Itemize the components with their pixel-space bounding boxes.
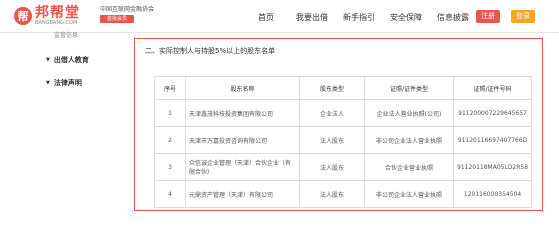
nav-item-home[interactable]: 首页 (258, 12, 274, 23)
sidebar-item-regulatory[interactable]: 监管信息 (14, 32, 118, 42)
table-cell: 911200007229645657 (452, 99, 533, 127)
nav-item-lend[interactable]: 我要出借 (296, 12, 328, 23)
section-title: 二、实际控制人与持股5%以上的股东名单 (145, 47, 276, 55)
logo-name: 邦帮堂 (35, 5, 80, 21)
site-logo[interactable]: 帮 邦帮堂 BANGBANG.COM (14, 4, 80, 28)
table-cell: 法人股东 (299, 180, 365, 208)
table-cell: 非公司企业法人营业执照 (364, 126, 454, 154)
table-header-row: 序号 股东名称 股东类型 证照/证件类型 证照/证件号码 (154, 76, 533, 100)
table-cell: 企业法人 (299, 99, 365, 127)
nav-item-guide[interactable]: 新手指引 (343, 12, 375, 23)
table-cell: 天津鑫茂科技投资集团有限公司 (185, 99, 300, 127)
nav-item-security[interactable]: 安全保障 (390, 12, 422, 23)
table-cell: 元鼎资产管理（天津）有限公司 (185, 180, 300, 208)
table-cell: 合伙企业营业执照 (364, 153, 454, 181)
logo-mark-icon: 帮 (14, 7, 32, 25)
column-header: 证照/证件类型 (364, 76, 454, 100)
sidebar-item-legal[interactable]: ▼ 法律声明 (14, 73, 118, 93)
column-header: 股东名称 (185, 76, 300, 100)
table-cell: 2 (154, 126, 186, 154)
table-cell: 91120118MA05LD2R58 (452, 153, 533, 181)
table-cell: 4 (154, 180, 186, 208)
login-button[interactable]: 登录 (511, 10, 535, 23)
top-header: 帮 邦帮堂 BANGBANG.COM 中国互联网金融协会 首批会员 首页 我要出… (0, 0, 559, 33)
sidebar-item-lender-education[interactable]: ▼ 出借人教育 (14, 50, 118, 70)
sidebar-item-label: 法律声明 (53, 79, 82, 87)
table-row: 1 天津鑫茂科技投资集团有限公司 企业法人 企业法人营业执照(公司) 91120… (154, 99, 533, 127)
triangle-down-icon: ▼ (46, 80, 50, 86)
table-row: 3 众信诚企业管理（天津）合伙企业（有限合伙） 法人股东 合伙企业营业执照 91… (154, 153, 533, 181)
shareholders-panel: 二、实际控制人与持股5%以上的股东名单 序号 股东名称 股东类型 证照/证件类型… (134, 38, 543, 211)
table-cell: 法人股东 (299, 153, 365, 181)
table-cell: 3 (154, 153, 186, 181)
table-cell: 1 (154, 99, 186, 127)
table-cell: 众信诚企业管理（天津）合伙企业（有限合伙） (185, 153, 300, 181)
table-cell: 91120116697407766D (452, 126, 533, 154)
association-member-badge: 首批会员 (100, 15, 134, 23)
association-badge: 中国互联网金融协会 首批会员 (100, 6, 154, 23)
sidebar: 监管信息 ▼ 出借人教育 ▼ 法律声明 (14, 32, 118, 216)
column-header: 序号 (154, 76, 186, 100)
table-cell: 企业法人营业执照(公司) (364, 99, 454, 127)
shareholders-table: 序号 股东名称 股东类型 证照/证件类型 证照/证件号码 1 天津鑫茂科技投资集… (154, 76, 533, 208)
association-name: 中国互联网金融协会 (100, 6, 155, 13)
nav-item-disclosure[interactable]: 信息披露 (437, 12, 469, 23)
table-row: 2 天津市万嘉投资咨询有限公司 法人股东 非公司企业法人营业执照 9112011… (154, 126, 533, 154)
triangle-down-icon: ▼ (46, 57, 50, 63)
column-header: 股东类型 (299, 76, 365, 100)
table-row: 4 元鼎资产管理（天津）有限公司 法人股东 非公司企业法人营业执照 120116… (154, 180, 533, 208)
column-header: 证照/证件号码 (452, 76, 533, 100)
logo-subtitle: BANGBANG.COM (35, 20, 78, 26)
table-cell: 非公司企业法人营业执照 (364, 180, 454, 208)
table-cell: 天津市万嘉投资咨询有限公司 (185, 126, 300, 154)
table-cell: 120116000354504 (452, 180, 533, 208)
register-button[interactable]: 注册 (476, 10, 500, 23)
sidebar-item-label: 出借人教育 (53, 56, 89, 64)
table-cell: 法人股东 (299, 126, 365, 154)
